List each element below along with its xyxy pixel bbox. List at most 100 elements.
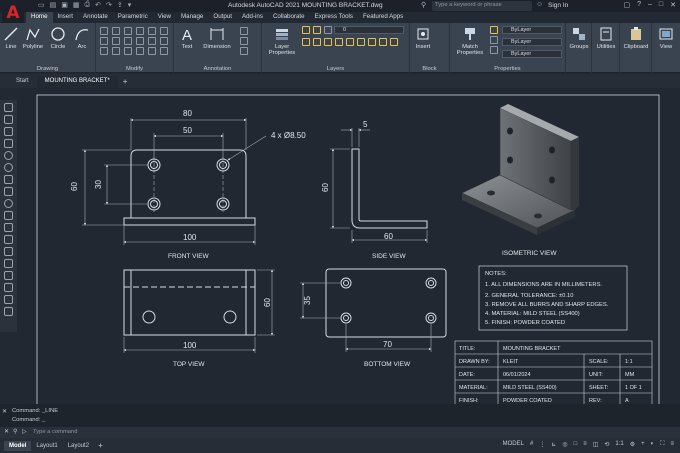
dimension-button[interactable]: Dimension (200, 26, 234, 50)
model-space-toggle[interactable]: MODEL (503, 441, 524, 448)
search-icon[interactable]: ⚲ (421, 1, 426, 9)
layout1-tab[interactable]: Layout1 (31, 441, 62, 451)
start-tab[interactable]: Start (8, 76, 37, 88)
close-icon[interactable]: ✕ (670, 1, 676, 9)
make-block-tool-icon[interactable] (4, 223, 13, 232)
arc-button[interactable]: Arc (73, 26, 91, 50)
lineweight-dropdown[interactable]: ByLayer (502, 50, 562, 58)
search-input[interactable]: Type a keyword or phrase (432, 1, 532, 11)
scale-icon[interactable] (160, 37, 168, 45)
tab-add-ins[interactable]: Add-ins (237, 12, 268, 23)
maximize-icon[interactable]: □ (659, 1, 663, 9)
insert-button[interactable]: Insert (412, 26, 434, 50)
gradient-tool-icon[interactable] (4, 259, 13, 268)
offset-icon[interactable] (160, 27, 168, 35)
tab-express-tools[interactable]: Express Tools (310, 12, 358, 23)
arc-tool-icon[interactable] (4, 163, 13, 172)
more-tools-icon[interactable] (4, 307, 13, 316)
color-icon[interactable] (490, 26, 498, 34)
layer-tool-icon[interactable] (357, 38, 365, 46)
autocad-logo[interactable]: A (2, 1, 24, 25)
leader-icon[interactable] (240, 27, 248, 35)
line-button[interactable]: Line (2, 26, 20, 50)
polar-icon[interactable]: ◎ (562, 441, 567, 448)
rectangle-tool-icon[interactable] (4, 139, 13, 148)
layer-tool-icon[interactable] (313, 38, 321, 46)
view-button[interactable]: View (654, 26, 678, 50)
workspace-gear-icon[interactable]: ⚙ (630, 441, 635, 448)
tab-parametric[interactable]: Parametric (113, 12, 153, 23)
polyline-tool-icon[interactable] (4, 115, 13, 124)
tab-home[interactable]: Home (26, 12, 53, 23)
sign-in-link[interactable]: Sign In (548, 2, 568, 9)
isolate-icon[interactable]: ◐ (651, 441, 655, 448)
model-layout-tab[interactable]: Model (4, 440, 32, 451)
move-icon[interactable] (100, 27, 108, 35)
color-dropdown[interactable]: ByLayer (502, 26, 562, 34)
freeze-icon[interactable] (313, 26, 321, 34)
new-tab-icon[interactable]: + (118, 75, 133, 88)
polygon-tool-icon[interactable] (4, 127, 13, 136)
text-button[interactable]: A Text (178, 26, 196, 50)
layer-tool-icon[interactable] (324, 38, 332, 46)
close-panel-icon[interactable]: ✕ (2, 408, 7, 415)
add-layout-icon[interactable]: + (94, 441, 103, 450)
join-icon[interactable] (124, 47, 132, 55)
osnap-icon[interactable]: □ (574, 441, 578, 448)
search-icon[interactable]: ⚲ (13, 429, 17, 435)
explode-icon[interactable] (148, 27, 156, 35)
lineweight-icon[interactable] (490, 46, 498, 54)
fullscreen-icon[interactable]: ⛶ (660, 441, 664, 448)
rotate-icon[interactable] (112, 27, 120, 35)
break-icon[interactable] (136, 47, 144, 55)
print-icon[interactable]: ⎙ (85, 1, 91, 9)
tab-collaborate[interactable]: Collaborate (268, 12, 310, 23)
mirror-icon[interactable] (112, 37, 120, 45)
circle-tool-icon[interactable] (4, 151, 13, 160)
layout2-tab[interactable]: Layout2 (63, 441, 94, 451)
align-icon[interactable] (160, 47, 168, 55)
annotation-scale[interactable]: 1:1 (615, 441, 623, 448)
settings-icon[interactable]: ✕ (4, 429, 9, 435)
polyline-button[interactable]: Polyline (21, 26, 45, 50)
chamfer-icon[interactable] (112, 47, 120, 55)
groups-button[interactable]: Groups (568, 26, 590, 50)
insert-block-tool-icon[interactable] (4, 211, 13, 220)
lineweight-icon[interactable]: ≡ (583, 441, 587, 448)
layer-tool-icon[interactable] (379, 38, 387, 46)
line-tool-icon[interactable] (4, 103, 13, 112)
layer-tool-icon[interactable] (390, 38, 398, 46)
new-file-icon[interactable]: ▭ (38, 1, 45, 9)
tab-featured-apps[interactable]: Featured Apps (358, 12, 408, 23)
utilities-button[interactable]: Utilities (594, 26, 618, 50)
region-tool-icon[interactable] (4, 271, 13, 280)
markup-icon[interactable] (240, 47, 248, 55)
minimize-icon[interactable]: – (648, 1, 652, 9)
trim-icon[interactable] (124, 27, 132, 35)
undo-icon[interactable]: ↶ (95, 1, 101, 9)
save-as-icon[interactable]: ▦ (73, 1, 80, 9)
open-folder-icon[interactable]: ▤ (50, 1, 57, 9)
tab-view[interactable]: View (153, 12, 176, 23)
dropdown-icon[interactable]: ▾ (128, 1, 132, 9)
circle-button[interactable]: Circle (49, 26, 67, 50)
layer-dropdown[interactable]: 0 (334, 26, 404, 34)
point-tool-icon[interactable] (4, 235, 13, 244)
transparency-icon[interactable]: ◫ (593, 441, 599, 448)
spline-tool-icon[interactable] (4, 187, 13, 196)
layer-tool-icon[interactable] (346, 38, 354, 46)
drawing-tab[interactable]: MOUNTING BRACKET* (36, 76, 118, 88)
grid-icon[interactable]: # (530, 441, 533, 448)
fillet-icon[interactable] (124, 37, 132, 45)
extend-icon[interactable] (100, 47, 108, 55)
array-icon[interactable] (136, 37, 144, 45)
share-icon[interactable]: ⇪ (117, 1, 123, 9)
tab-insert[interactable]: Insert (53, 12, 78, 23)
linetype-dropdown[interactable]: ByLayer (502, 38, 562, 46)
ortho-icon[interactable]: ⊾ (551, 441, 556, 448)
layer-tool-icon[interactable] (335, 38, 343, 46)
stretch-icon[interactable] (148, 37, 156, 45)
match-properties-button[interactable]: Match Properties (453, 26, 487, 56)
clipboard-button[interactable]: Clipboard (622, 26, 650, 50)
redo-icon[interactable]: ↷ (106, 1, 112, 9)
